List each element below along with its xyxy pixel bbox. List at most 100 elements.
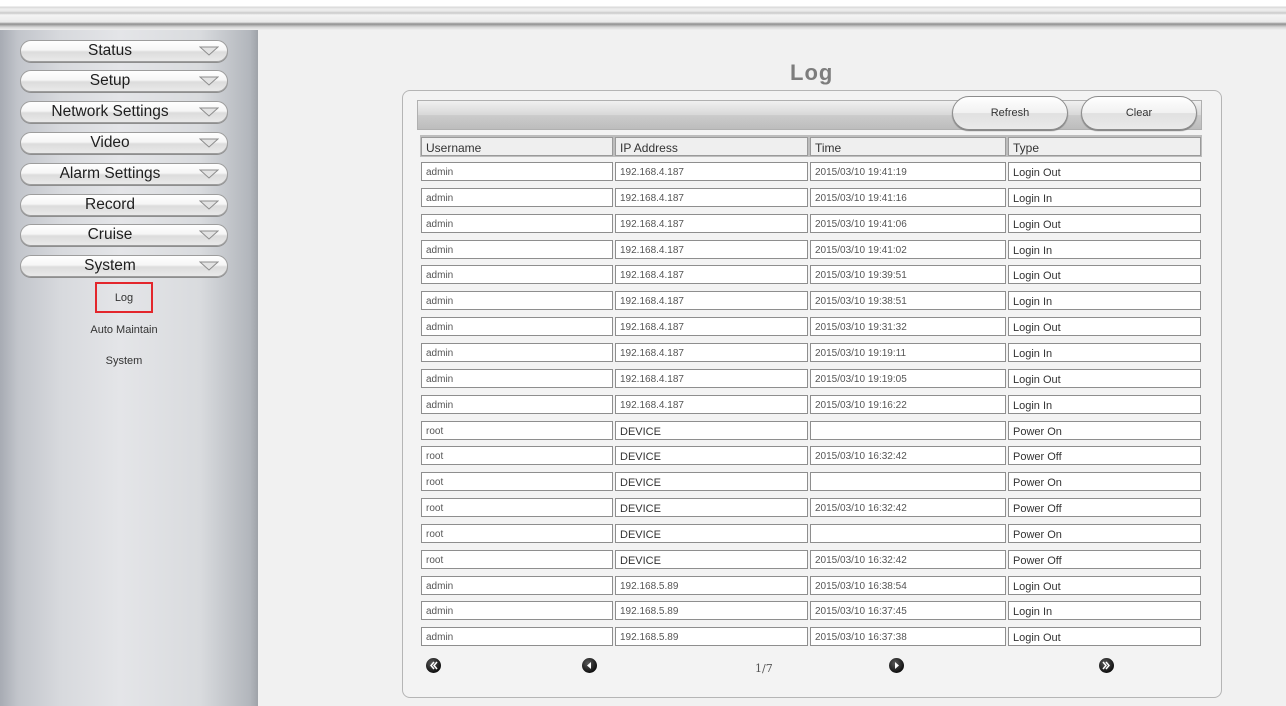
cell-time: 2015/03/10 19:31:32 — [810, 317, 1006, 336]
submenu-item-log[interactable]: Log — [62, 292, 186, 304]
cell-time: 2015/03/10 16:38:54 — [810, 576, 1006, 595]
cell-time: 2015/03/10 16:32:42 — [810, 550, 1006, 569]
cell-type: Power On — [1008, 524, 1201, 543]
menu-item-label: Alarm Settings — [59, 165, 161, 182]
cell-time: 2015/03/10 19:41:02 — [810, 240, 1006, 259]
cell-type: Login Out — [1008, 265, 1201, 284]
cell-type: Power Off — [1008, 550, 1201, 569]
menu-item-setup[interactable]: Setup — [20, 70, 228, 92]
cell-username: admin — [421, 291, 613, 310]
cell-type: Login Out — [1008, 627, 1201, 646]
cell-ip-address: DEVICE — [615, 421, 808, 440]
cell-time: 2015/03/10 19:41:06 — [810, 214, 1006, 233]
cell-type: Login Out — [1008, 162, 1201, 181]
cell-type: Login In — [1008, 395, 1201, 414]
menu-item-cruise[interactable]: Cruise — [20, 224, 228, 246]
column-header-username: Username — [421, 137, 613, 156]
cell-ip-address: DEVICE — [615, 550, 808, 569]
column-header-type: Type — [1008, 137, 1201, 156]
cell-time: 2015/03/10 16:32:42 — [810, 498, 1006, 517]
cell-ip-address: 192.168.4.187 — [615, 395, 808, 414]
first-page-icon — [430, 661, 438, 670]
cell-time: 2015/03/10 16:32:42 — [810, 446, 1006, 465]
cell-type: Login In — [1008, 240, 1201, 259]
cell-ip-address: DEVICE — [615, 472, 808, 491]
cell-time — [810, 524, 1006, 543]
menu-item-system[interactable]: System — [20, 255, 228, 277]
cell-username: admin — [421, 317, 613, 336]
cell-username: root — [421, 550, 613, 569]
chevron-down-icon — [199, 169, 219, 179]
cell-ip-address: DEVICE — [615, 524, 808, 543]
cell-type: Login In — [1008, 291, 1201, 310]
menu-item-label: Cruise — [87, 226, 133, 243]
cell-type: Login In — [1008, 188, 1201, 207]
menu-item-label: Record — [85, 196, 135, 213]
chevron-down-icon — [199, 76, 219, 86]
cell-ip-address: 192.168.4.187 — [615, 369, 808, 388]
cell-type: Login Out — [1008, 214, 1201, 233]
cell-time: 2015/03/10 19:19:05 — [810, 369, 1006, 388]
cell-type: Power On — [1008, 421, 1201, 440]
cell-username: admin — [421, 162, 613, 181]
cell-username: admin — [421, 395, 613, 414]
page-title: Log — [790, 60, 834, 85]
menu-item-record[interactable]: Record — [20, 194, 228, 216]
cell-ip-address: 192.168.4.187 — [615, 317, 808, 336]
last-page-icon — [1102, 661, 1110, 670]
cell-username: admin — [421, 240, 613, 259]
chevron-down-icon — [199, 200, 219, 210]
last-page-button[interactable] — [1099, 658, 1114, 673]
cell-username: admin — [421, 627, 613, 646]
cell-type: Power On — [1008, 472, 1201, 491]
page-indicator: 1/7 — [755, 662, 773, 675]
cell-username: admin — [421, 343, 613, 362]
cell-ip-address: 192.168.4.187 — [615, 188, 808, 207]
previous-page-icon — [587, 662, 591, 669]
cell-time — [810, 472, 1006, 491]
first-page-button[interactable] — [426, 658, 441, 673]
menu-item-label: System — [84, 257, 136, 274]
cell-type: Login Out — [1008, 576, 1201, 595]
chevron-down-icon — [199, 261, 219, 271]
next-page-icon — [895, 662, 899, 669]
menu-item-alarm-settings[interactable]: Alarm Settings — [20, 163, 228, 185]
refresh-button[interactable]: Refresh — [952, 96, 1068, 130]
cell-username: admin — [421, 601, 613, 620]
cell-time: 2015/03/10 19:41:19 — [810, 162, 1006, 181]
cell-type: Login In — [1008, 601, 1201, 620]
cell-type: Login Out — [1008, 317, 1201, 336]
chevron-down-icon — [199, 230, 219, 240]
cell-ip-address: DEVICE — [615, 446, 808, 465]
menu-item-label: Video — [90, 134, 130, 151]
submenu-item-system[interactable]: System — [62, 355, 186, 367]
column-header-time: Time — [810, 137, 1006, 156]
submenu-item-auto-maintain[interactable]: Auto Maintain — [62, 324, 186, 336]
menu-item-status[interactable]: Status — [20, 40, 228, 62]
cell-time: 2015/03/10 16:37:38 — [810, 627, 1006, 646]
cell-time: 2015/03/10 19:38:51 — [810, 291, 1006, 310]
chevron-down-icon — [199, 107, 219, 117]
menu-item-network-settings[interactable]: Network Settings — [20, 101, 228, 123]
previous-page-button[interactable] — [582, 658, 597, 673]
menu-item-label: Setup — [89, 72, 131, 89]
cell-ip-address: 192.168.4.187 — [615, 291, 808, 310]
cell-username: root — [421, 421, 613, 440]
top-banner — [0, 0, 1286, 30]
cell-username: admin — [421, 265, 613, 284]
cell-type: Login Out — [1008, 369, 1201, 388]
menu-item-video[interactable]: Video — [20, 132, 228, 154]
cell-time — [810, 421, 1006, 440]
cell-username: root — [421, 472, 613, 491]
cell-ip-address: 192.168.4.187 — [615, 343, 808, 362]
cell-username: admin — [421, 214, 613, 233]
cell-username: root — [421, 498, 613, 517]
cell-ip-address: 192.168.4.187 — [615, 214, 808, 233]
cell-time: 2015/03/10 19:19:11 — [810, 343, 1006, 362]
cell-type: Power Off — [1008, 446, 1201, 465]
cell-ip-address: 192.168.5.89 — [615, 627, 808, 646]
clear-button[interactable]: Clear — [1081, 96, 1197, 130]
chevron-down-icon — [199, 46, 219, 56]
next-page-button[interactable] — [889, 658, 904, 673]
cell-ip-address: 192.168.5.89 — [615, 576, 808, 595]
